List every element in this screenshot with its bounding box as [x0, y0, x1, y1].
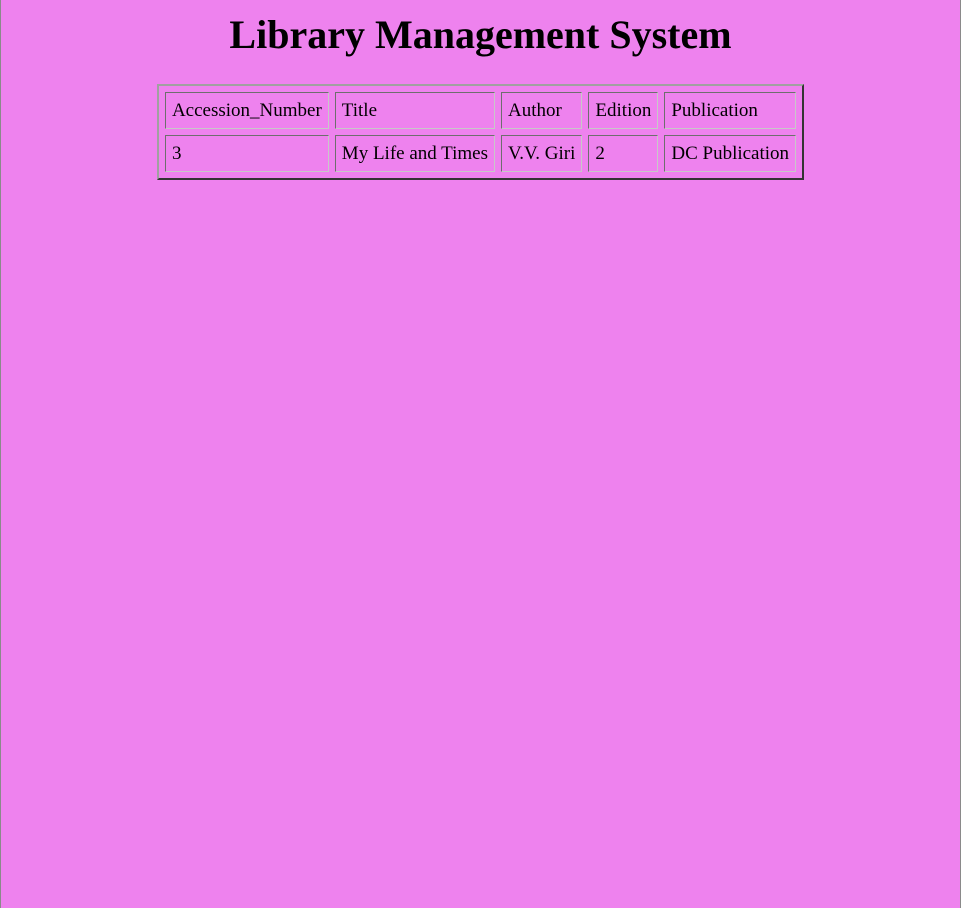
- column-header-accession-number: Accession_Number: [164, 92, 329, 129]
- table-header-row: Accession_Number Title Author Edition Pu…: [164, 92, 797, 129]
- cell-title: My Life and Times: [334, 135, 495, 172]
- cell-publication: DC Publication: [664, 135, 797, 172]
- column-header-edition: Edition: [588, 92, 659, 129]
- cell-accession-number: 3: [164, 135, 329, 172]
- books-table: Accession_Number Title Author Edition Pu…: [156, 84, 805, 180]
- column-header-title: Title: [334, 92, 495, 129]
- cell-author: V.V. Giri: [501, 135, 583, 172]
- page: Library Management System Accession_Numb…: [0, 0, 961, 908]
- page-title: Library Management System: [229, 12, 732, 57]
- column-header-publication: Publication: [664, 92, 797, 129]
- table-row: 3 My Life and Times V.V. Giri 2 DC Publi…: [164, 135, 797, 172]
- cell-edition: 2: [588, 135, 659, 172]
- column-header-author: Author: [501, 92, 583, 129]
